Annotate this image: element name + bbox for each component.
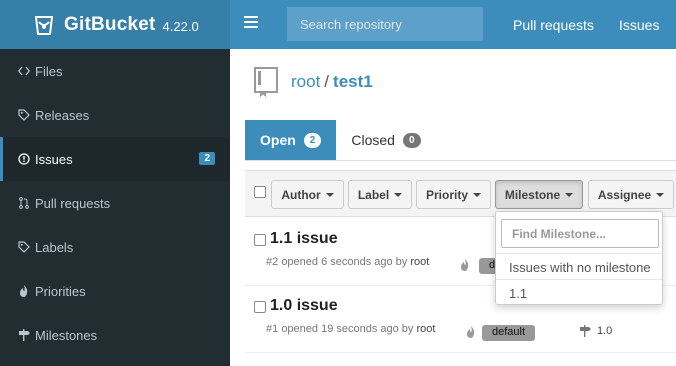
issue-checkbox[interactable] xyxy=(254,301,266,313)
sidebar-item-labels[interactable]: Labels xyxy=(0,225,230,269)
dropdown-option-milestone[interactable]: 1.1 xyxy=(496,279,662,306)
issue-filter-bar: Author Label Priority Milestone Assignee xyxy=(245,170,676,217)
caret-down-icon xyxy=(394,192,403,197)
flame-icon xyxy=(467,326,475,338)
milestone-dropdown-menu: Find Milestone... Issues with no milesto… xyxy=(495,211,663,305)
flame-icon xyxy=(461,259,469,271)
issue-opened-text: opened 6 seconds ago by xyxy=(281,256,408,268)
sidebar-item-label: Releases xyxy=(35,107,90,123)
issue-checkbox[interactable] xyxy=(254,234,266,246)
open-count-badge: 2 xyxy=(303,132,322,148)
milestone-name: 1.0 xyxy=(597,325,613,337)
nav-pull-requests[interactable]: Pull requests xyxy=(513,0,594,49)
issue-author-link[interactable]: root xyxy=(410,256,429,268)
tab-open[interactable]: Open 2 xyxy=(245,120,337,160)
issue-label-badge[interactable]: default xyxy=(482,325,536,341)
tag-icon xyxy=(18,241,30,253)
closed-count-badge: 0 xyxy=(402,132,421,148)
issue-title-link[interactable]: 1.0 issue xyxy=(270,297,338,315)
filter-label: Author xyxy=(281,187,321,202)
sidebar-item-label: Labels xyxy=(35,239,74,255)
issue-state-tabs: Open 2 Closed 0 xyxy=(245,120,436,160)
repo-icon xyxy=(254,67,278,97)
issue-milestone[interactable]: 1.0 xyxy=(579,325,612,337)
filter-label-button[interactable]: Label xyxy=(348,180,412,209)
issues-count-badge: 2 xyxy=(199,152,215,165)
sidebar-item-pull-requests[interactable]: Pull requests xyxy=(0,181,230,225)
brand-name: GitBucket xyxy=(64,13,156,35)
issue-title-link[interactable]: 1.1 issue xyxy=(270,230,338,248)
search-input[interactable]: Search repository xyxy=(287,7,483,41)
sidebar-item-label: Issues xyxy=(35,151,73,167)
tag-icon xyxy=(18,109,30,121)
repo-owner-link[interactable]: root xyxy=(291,72,320,92)
caret-down-icon xyxy=(325,192,334,197)
tab-label: Open xyxy=(260,132,296,148)
sidebar-item-label: Files xyxy=(35,63,63,79)
issue-number: #1 xyxy=(266,323,279,335)
filter-milestone-button[interactable]: Milestone xyxy=(495,180,583,209)
sidebar-item-priorities[interactable]: Priorities xyxy=(0,269,230,313)
sidebar-item-label: Milestones xyxy=(35,327,98,343)
tab-label: Closed xyxy=(351,132,395,148)
issue-number: #2 xyxy=(266,256,279,268)
gitbucket-logo-icon xyxy=(34,15,54,35)
filter-priority-button[interactable]: Priority xyxy=(416,180,491,209)
caret-down-icon xyxy=(565,192,574,197)
caret-down-icon xyxy=(473,192,481,197)
milestone-icon xyxy=(580,325,591,337)
sidebar: Files Releases Issues 2 Pull requests La… xyxy=(0,49,230,366)
filter-label: Milestone xyxy=(504,187,561,202)
sidebar-item-releases[interactable]: Releases xyxy=(0,93,230,137)
sidebar-item-milestones[interactable]: Milestones xyxy=(0,313,230,357)
repo-breadcrumb: root / test1 xyxy=(254,67,373,97)
filter-assignee-button[interactable]: Assignee xyxy=(588,180,674,209)
sidebar-toggle-icon[interactable] xyxy=(244,16,258,30)
repo-name-link[interactable]: test1 xyxy=(333,72,373,92)
issue-author-link[interactable]: root xyxy=(416,323,435,335)
flame-icon xyxy=(18,285,30,297)
sidebar-item-issues[interactable]: Issues 2 xyxy=(0,137,230,181)
find-milestone-input[interactable]: Find Milestone... xyxy=(501,219,659,248)
search-placeholder: Search repository xyxy=(300,16,402,32)
filter-label: Label xyxy=(357,187,390,202)
caret-down-icon xyxy=(656,192,665,197)
milestone-icon xyxy=(18,329,30,341)
brand-version: 4.22.0 xyxy=(162,19,199,34)
top-header: GitBucket 4.22.0 Search repository Pull … xyxy=(0,0,676,49)
filter-label: Assignee xyxy=(597,187,652,202)
filter-author-button[interactable]: Author xyxy=(271,180,344,209)
sidebar-item-label: Pull requests xyxy=(35,195,111,211)
find-milestone-placeholder: Find Milestone... xyxy=(512,226,607,241)
tab-divider xyxy=(245,160,676,161)
git-pull-request-icon xyxy=(18,197,30,209)
filter-label: Priority xyxy=(425,187,468,202)
sidebar-item-label: Priorities xyxy=(35,283,86,299)
breadcrumb-separator: / xyxy=(324,72,330,91)
select-all-checkbox[interactable] xyxy=(254,186,266,198)
sidebar-item-files[interactable]: Files xyxy=(0,49,230,93)
issue-meta: #1 opened 19 seconds ago by root xyxy=(266,323,435,335)
brand-logo-link[interactable]: GitBucket 4.22.0 xyxy=(0,0,230,49)
issue-opened-text: opened 19 seconds ago by xyxy=(281,323,414,335)
tab-closed[interactable]: Closed 0 xyxy=(336,120,435,160)
dropdown-option-no-milestone[interactable]: Issues with no milestone xyxy=(496,253,662,280)
code-icon xyxy=(18,65,30,77)
nav-issues[interactable]: Issues xyxy=(619,0,659,49)
issue-meta: #2 opened 6 seconds ago by root xyxy=(266,256,429,268)
issue-opened-icon xyxy=(18,153,30,165)
